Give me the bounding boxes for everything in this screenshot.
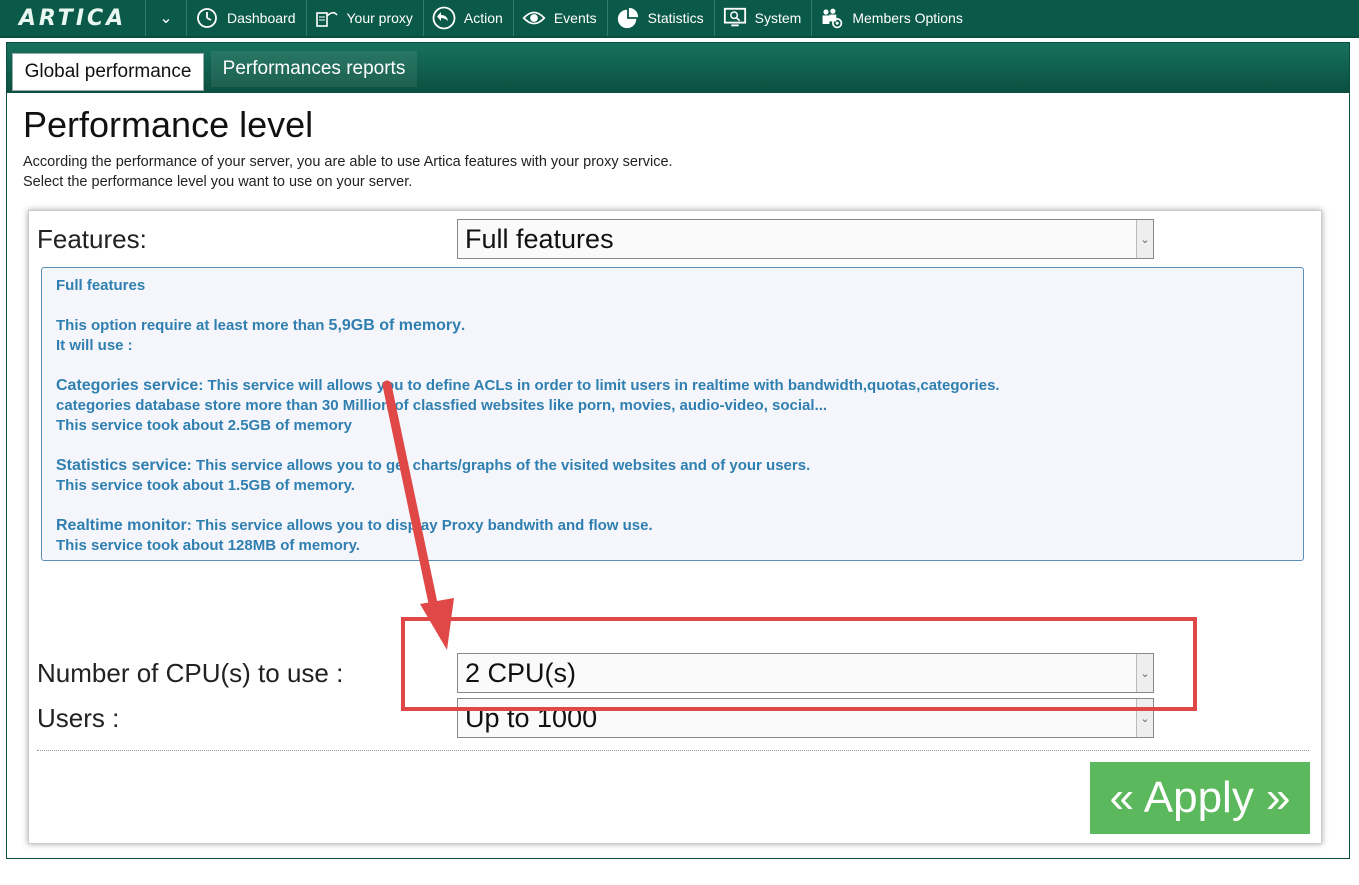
members-icon [820,6,844,30]
info-statistics-text: : This service allows you to get charts/… [186,457,811,474]
tab-bar: Global performance Performances reports [7,43,1349,93]
info-title: Full features [56,277,146,294]
eye-icon [522,6,546,30]
info-categories-line2: categories database store more than 30 M… [56,397,828,414]
nav-events[interactable]: Events [514,0,608,36]
info-categories: Categories service: This service will al… [56,376,1289,396]
cpu-select[interactable]: 2 CPU(s) ⌄ [457,653,1154,693]
users-select-value: Up to 1000 [465,702,598,733]
top-nav-bar: ARTICA ⌄ Dashboard Your proxy Action Eve… [0,0,1359,38]
nav-system[interactable]: System [715,0,813,36]
nav-events-label: Events [553,10,597,26]
page-description-line1: According the performance of your server… [23,154,673,170]
info-req-suffix: . [461,317,466,334]
info-req-prefix: This option require at least more than [56,317,329,334]
apply-button[interactable]: « Apply » [1090,762,1310,834]
nav-system-label: System [754,10,802,26]
dashboard-icon [195,6,219,30]
nav-members-options[interactable]: Members Options [812,0,972,36]
info-statistics: Statistics service: This service allows … [56,456,1289,476]
chevron-down-icon: ⌄ [1136,220,1153,258]
proxy-icon [315,6,339,30]
features-select[interactable]: Full features ⌄ [457,219,1154,259]
info-realtime-line2: This service took about 128MB of memory. [56,537,360,554]
info-statistics-line2: This service took about 1.5GB of memory. [56,477,355,494]
tab-performances-reports[interactable]: Performances reports [211,51,417,87]
users-label: Users : [37,703,120,733]
nav-action-label: Action [463,10,503,26]
chevron-down-icon: ⌄ [159,10,173,27]
menu-toggle-button[interactable]: ⌄ [146,0,187,36]
cpu-label: Number of CPU(s) to use : [37,658,344,688]
info-realtime-text: : This service allows you to display Pro… [186,517,653,534]
chevron-down-icon: ⌄ [1136,654,1153,692]
users-select[interactable]: Up to 1000 ⌄ [457,698,1154,738]
nav-dashboard[interactable]: Dashboard [187,0,307,36]
page-title: Performance level [23,104,314,145]
info-statistics-title: Statistics service [56,457,187,474]
nav-statistics-label: Statistics [647,10,704,26]
info-realtime: Realtime monitor: This service allows yo… [56,516,1289,536]
cpu-select-value: 2 CPU(s) [465,657,577,688]
tab-global-performance[interactable]: Global performance [12,53,204,91]
features-label: Features: [37,224,147,254]
nav-action[interactable]: Action [424,0,514,36]
info-categories-line3: This service took about 2.5GB of memory [56,417,352,434]
info-requirement: This option require at least more than 5… [56,316,1289,336]
page-description-line2: Select the performance level you want to… [23,174,413,190]
nav-dashboard-label: Dashboard [227,10,296,26]
chevron-down-icon: ⌄ [1136,699,1153,737]
back-arrow-icon [432,6,456,30]
nav-your-proxy-label: Your proxy [346,10,413,26]
info-categories-title: Categories service [56,377,199,394]
nav-members-options-label: Members Options [852,10,963,26]
pie-chart-icon [616,6,640,30]
info-will-use: It will use : [56,337,133,354]
monitor-icon [723,6,747,30]
nav-your-proxy[interactable]: Your proxy [307,0,424,36]
info-realtime-title: Realtime monitor [56,517,187,534]
features-select-value: Full features [465,223,614,254]
features-info-box: Full features This option require at lea… [41,267,1304,561]
form-separator [37,750,1309,751]
info-categories-text: : This service will allows you to define… [198,377,1000,394]
artica-logo[interactable]: ARTICA [0,0,146,36]
info-req-value: 5,9GB of memory [328,317,462,334]
nav-statistics[interactable]: Statistics [608,0,715,36]
logo-text: ARTICA [18,5,127,31]
